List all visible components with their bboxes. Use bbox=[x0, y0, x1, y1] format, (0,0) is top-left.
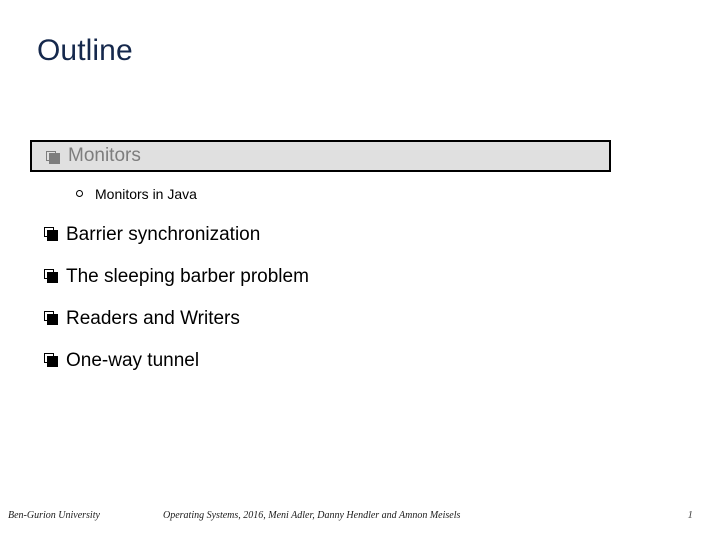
bullet-item-monitors-in-java[interactable]: Monitors in Java bbox=[0, 182, 720, 220]
circle-bullet-icon bbox=[76, 190, 83, 197]
bullet-item-readers-and-writers[interactable]: Readers and Writers bbox=[0, 304, 720, 346]
bullet-label: The sleeping barber problem bbox=[66, 266, 309, 287]
bullet-label: Monitors bbox=[68, 145, 141, 166]
outline-bullet-list: Monitors Monitors in Java Barrier synchr… bbox=[0, 140, 720, 388]
bullet-item-monitors[interactable]: Monitors bbox=[30, 140, 611, 172]
bullet-label: Monitors in Java bbox=[95, 186, 197, 202]
bullet-item-one-way-tunnel[interactable]: One-way tunnel bbox=[0, 346, 720, 388]
bullet-item-sleeping-barber-problem[interactable]: The sleeping barber problem bbox=[0, 262, 720, 304]
bullet-label: Readers and Writers bbox=[66, 308, 240, 329]
bullet-label: Barrier synchronization bbox=[66, 224, 261, 245]
slide-footer: Ben-Gurion University Operating Systems,… bbox=[0, 494, 720, 540]
square-bullet-icon bbox=[44, 269, 58, 283]
page-title: Outline bbox=[37, 34, 133, 67]
square-bullet-icon bbox=[46, 150, 60, 164]
bullet-label: One-way tunnel bbox=[66, 350, 200, 371]
footer-institution: Ben-Gurion University bbox=[8, 510, 100, 521]
square-bullet-icon bbox=[44, 353, 58, 367]
square-bullet-icon bbox=[44, 311, 58, 325]
bullet-item-barrier-synchronization[interactable]: Barrier synchronization bbox=[0, 220, 720, 262]
footer-page-number: 1 bbox=[687, 509, 694, 521]
square-bullet-icon bbox=[44, 227, 58, 241]
slide-canvas: Outline Monitors Monitors in Java Barrie… bbox=[0, 0, 720, 540]
footer-course-credits: Operating Systems, 2016, Meni Adler, Dan… bbox=[163, 510, 461, 521]
